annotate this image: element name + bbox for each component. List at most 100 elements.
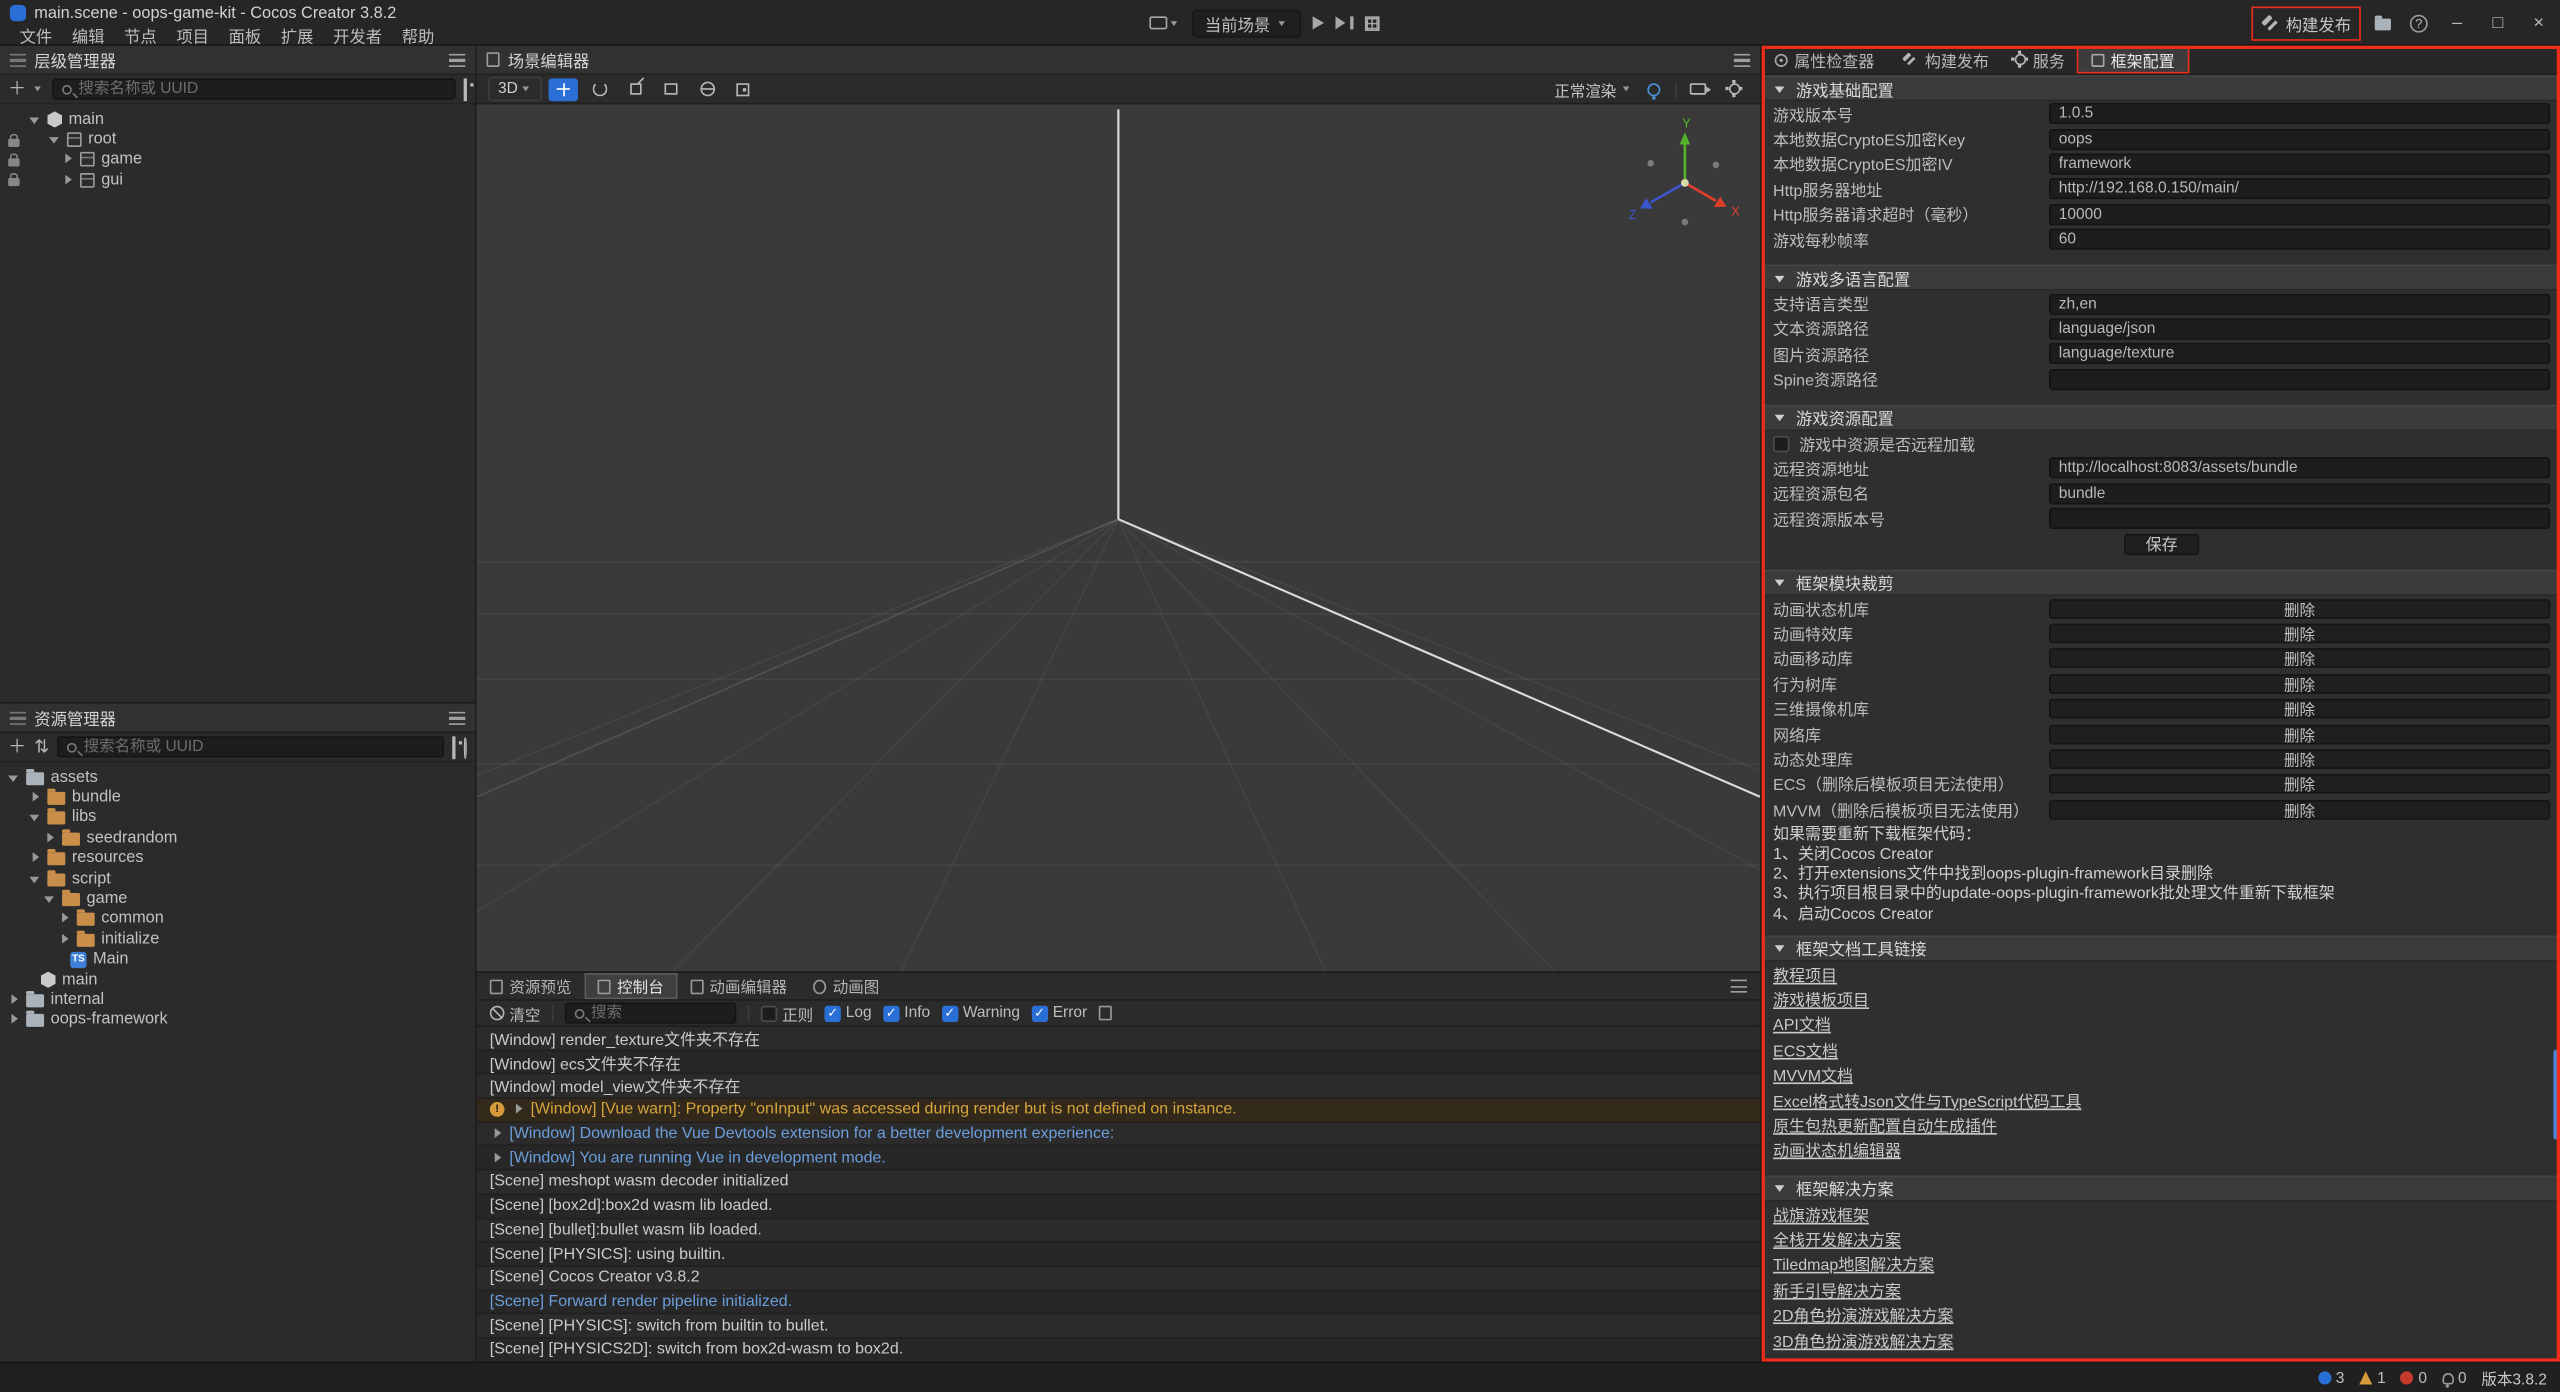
- expand-arrow-icon[interactable]: [511, 1104, 524, 1117]
- menu-extension[interactable]: 扩展: [271, 23, 323, 47]
- assets-filter-icon[interactable]: [452, 739, 455, 755]
- panel-menu-icon[interactable]: [449, 53, 465, 66]
- console-search-input[interactable]: [591, 1004, 727, 1022]
- expand-arrow-icon[interactable]: [7, 771, 20, 784]
- asset-node-common[interactable]: common: [0, 909, 475, 929]
- delete-button[interactable]: 删除: [2049, 624, 2550, 644]
- assets-search-input[interactable]: [84, 738, 435, 756]
- filter-error-checkbox[interactable]: Error: [1031, 1004, 1087, 1022]
- collapsed-arrow-icon[interactable]: [28, 852, 41, 865]
- expand-arrow-icon[interactable]: [42, 892, 55, 905]
- create-asset-button[interactable]: ＋: [8, 739, 26, 755]
- collapsed-arrow-icon[interactable]: [57, 913, 70, 926]
- refresh-icon[interactable]: [464, 739, 467, 755]
- asset-node-oops-framework[interactable]: oops-framework: [0, 1010, 475, 1030]
- rect-tool-button[interactable]: [657, 78, 686, 101]
- remote-bundle-input[interactable]: [2049, 483, 2550, 504]
- section-module-trim[interactable]: 框架模块裁剪: [1762, 570, 2560, 596]
- help-icon[interactable]: [2410, 14, 2428, 32]
- asset-node-bundle[interactable]: bundle: [0, 788, 475, 808]
- game-version-input[interactable]: [2049, 103, 2550, 124]
- pivot-button[interactable]: [728, 78, 757, 101]
- delete-button[interactable]: 删除: [2049, 598, 2550, 618]
- console-logs[interactable]: [Window] render_texture文件夹不存在 [Window] e…: [477, 1027, 1760, 1362]
- regex-checkbox[interactable]: 正则: [761, 1002, 813, 1025]
- http-server-input[interactable]: [2049, 179, 2550, 200]
- remote-version-input[interactable]: [2049, 508, 2550, 529]
- section-resource-config[interactable]: 游戏资源配置: [1762, 405, 2560, 431]
- layout-button[interactable]: [1364, 16, 1379, 31]
- tree-node-main[interactable]: main: [0, 109, 475, 129]
- scene-selector-dropdown[interactable]: 当前场景: [1192, 9, 1301, 37]
- log-row[interactable]: [Scene] [PHYSICS]: switch from builtin t…: [477, 1315, 1760, 1339]
- section-doc-links[interactable]: 框架文档工具链接: [1762, 935, 2560, 961]
- delete-button[interactable]: 删除: [2049, 674, 2550, 694]
- delete-button[interactable]: 删除: [2049, 774, 2550, 794]
- crypto-key-input[interactable]: [2049, 128, 2550, 149]
- lock-icon[interactable]: [8, 179, 19, 187]
- asset-node-internal[interactable]: internal: [0, 990, 475, 1010]
- mode-3d-button[interactable]: 3D: [488, 77, 542, 101]
- tab-console[interactable]: 控制台: [585, 973, 677, 999]
- delete-button[interactable]: 删除: [2049, 649, 2550, 669]
- tab-services[interactable]: 服务: [2002, 46, 2078, 74]
- render-mode-dropdown[interactable]: 正常渲染: [1554, 78, 1632, 101]
- panel-menu-icon[interactable]: [1734, 53, 1750, 66]
- frame-rate-input[interactable]: [2049, 229, 2550, 250]
- maximize-button[interactable]: □: [2487, 13, 2510, 33]
- expand-arrow-icon[interactable]: [47, 133, 60, 146]
- menu-edit[interactable]: 编辑: [62, 23, 114, 47]
- remote-load-checkbox[interactable]: [1773, 435, 1789, 451]
- expand-arrow-icon[interactable]: [28, 811, 41, 824]
- collapsed-arrow-icon[interactable]: [60, 153, 73, 166]
- delete-button[interactable]: 删除: [2049, 724, 2550, 744]
- scene-viewport[interactable]: Y X Z: [477, 104, 1760, 971]
- tab-animation-editor[interactable]: 动画编辑器: [677, 973, 800, 999]
- lighting-toggle-button[interactable]: [1639, 78, 1668, 101]
- crypto-iv-input[interactable]: [2049, 153, 2550, 174]
- filter-log-checkbox[interactable]: Log: [825, 1004, 872, 1022]
- collapsed-arrow-icon[interactable]: [57, 933, 70, 946]
- scene-viewport-canvas[interactable]: Y X Z: [477, 104, 1760, 971]
- camera-settings-button[interactable]: [1683, 78, 1712, 101]
- section-solutions[interactable]: 框架解决方案: [1762, 1175, 2560, 1201]
- menu-help[interactable]: 帮助: [392, 23, 444, 47]
- remote-address-input[interactable]: [2049, 458, 2550, 479]
- lock-icon[interactable]: [8, 138, 19, 146]
- info-counter[interactable]: 3: [2318, 1369, 2345, 1387]
- menu-file[interactable]: 文件: [10, 23, 62, 47]
- hierarchy-filter-icon[interactable]: [464, 81, 467, 97]
- rotate-tool-button[interactable]: [585, 78, 614, 101]
- log-row[interactable]: [Scene] [PHYSICS]: using builtin.: [477, 1243, 1760, 1267]
- move-tool-button[interactable]: [549, 78, 578, 101]
- http-timeout-input[interactable]: [2049, 204, 2550, 225]
- expand-arrow-icon[interactable]: [490, 1127, 503, 1140]
- log-row-info[interactable]: [Window] You are running Vue in developm…: [477, 1147, 1760, 1171]
- delete-button[interactable]: 删除: [2049, 699, 2550, 719]
- expand-arrow-icon[interactable]: [490, 1151, 503, 1164]
- export-log-icon[interactable]: [1099, 1006, 1112, 1021]
- asset-node-script[interactable]: script: [0, 868, 475, 888]
- tab-framework-config[interactable]: 框架配置: [2078, 46, 2188, 74]
- error-counter[interactable]: 0: [2400, 1369, 2427, 1387]
- close-button[interactable]: ×: [2527, 13, 2550, 33]
- asset-node-assets[interactable]: assets: [0, 767, 475, 787]
- section-basic-config[interactable]: 游戏基础配置: [1762, 75, 2560, 101]
- collapsed-arrow-icon[interactable]: [60, 174, 73, 187]
- collapsed-arrow-icon[interactable]: [28, 791, 41, 804]
- collapsed-arrow-icon[interactable]: [7, 1014, 20, 1027]
- delete-button[interactable]: 删除: [2049, 749, 2550, 769]
- minimize-button[interactable]: –: [2446, 13, 2469, 33]
- notification-counter[interactable]: 0: [2442, 1369, 2467, 1387]
- tab-build-publish[interactable]: 构建发布: [1887, 46, 2002, 74]
- filter-info-checkbox[interactable]: Info: [883, 1004, 930, 1022]
- scale-tool-button[interactable]: [621, 78, 650, 101]
- hierarchy-search-input[interactable]: [78, 80, 445, 98]
- asset-node-main-scene[interactable]: main: [0, 970, 475, 990]
- build-publish-button[interactable]: 构建发布: [2256, 9, 2356, 37]
- log-row[interactable]: [Window] render_texture文件夹不存在: [477, 1027, 1760, 1051]
- menu-developer[interactable]: 开发者: [323, 23, 392, 47]
- spine-path-input[interactable]: [2049, 368, 2550, 389]
- collapsed-arr-icon[interactable]: [42, 832, 55, 845]
- log-row[interactable]: [Scene] [bullet]:bullet wasm lib loaded.: [477, 1219, 1760, 1243]
